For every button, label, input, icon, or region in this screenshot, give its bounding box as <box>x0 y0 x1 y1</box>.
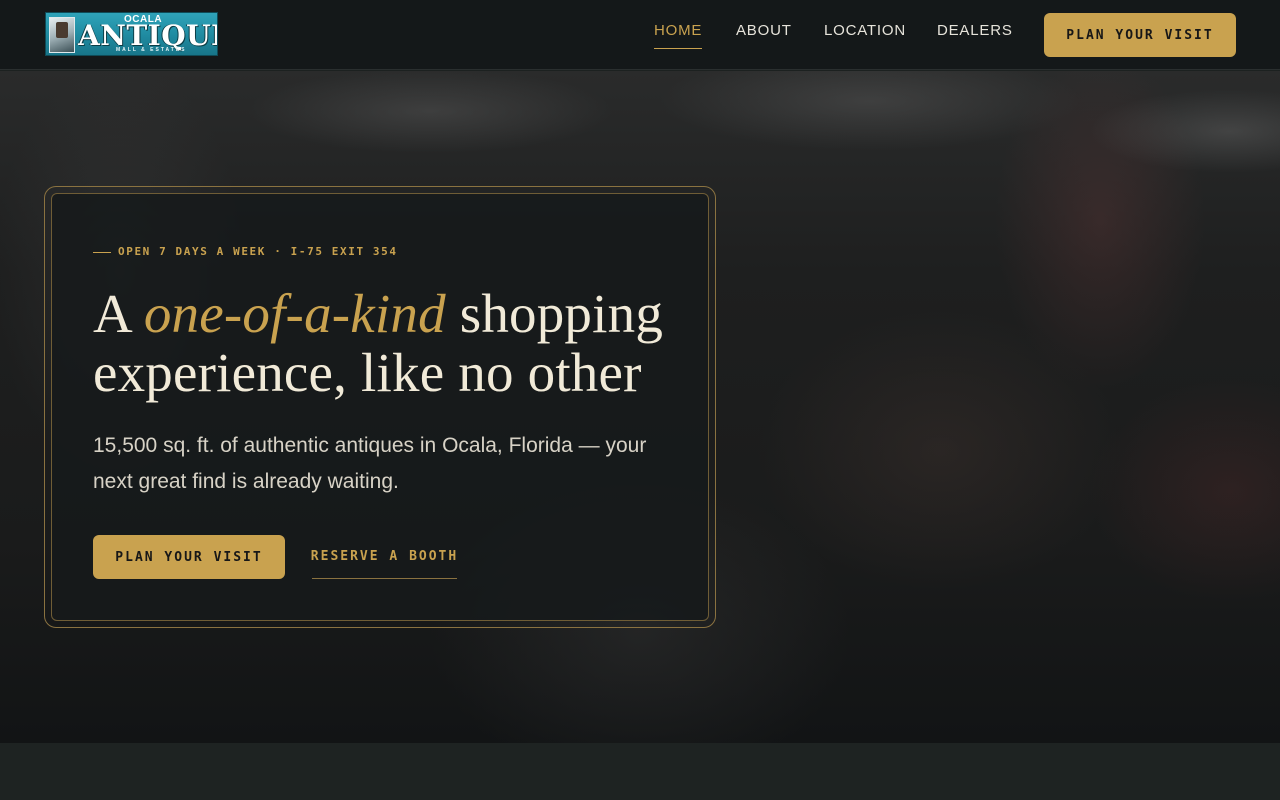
logo-sub-text: MALL & ESTATES <box>116 47 187 53</box>
hero-plan-visit-button[interactable]: PLAN YOUR VISIT <box>93 535 285 579</box>
eyebrow-rule <box>93 252 111 253</box>
hero-eyebrow: OPEN 7 DAYS A WEEK · I-75 EXIT 354 <box>118 245 398 258</box>
hero-headline: A one-of-a-kind shopping experience, lik… <box>93 284 713 402</box>
headline-mid: shopping <box>445 283 664 344</box>
reserve-booth-link[interactable]: RESERVE A BOOTH <box>311 535 457 579</box>
nav-location-link[interactable]: LOCATION <box>824 22 906 39</box>
nav-dealers-link[interactable]: DEALERS <box>937 22 1013 39</box>
hero-lede: 15,500 sq. ft. of authentic antiques in … <box>93 434 647 493</box>
site-header: OCALA ANTIQUE MALL & ESTATES HOME ABOUT … <box>0 0 1280 70</box>
nav-about-link[interactable]: ABOUT <box>736 22 792 39</box>
headline-pre: A <box>93 283 144 344</box>
next-section <box>0 743 1280 800</box>
headline-line2: experience, like no other <box>93 342 642 403</box>
header-plan-visit-button[interactable]: PLAN YOUR VISIT <box>1044 13 1236 57</box>
site-logo[interactable]: OCALA ANTIQUE MALL & ESTATES <box>45 12 218 56</box>
logo-main-text: ANTIQUE <box>78 19 218 52</box>
nav-home-link[interactable]: HOME <box>654 22 703 49</box>
storefront-photo-icon <box>49 17 75 53</box>
headline-emphasis: one-of-a-kind <box>143 283 446 344</box>
